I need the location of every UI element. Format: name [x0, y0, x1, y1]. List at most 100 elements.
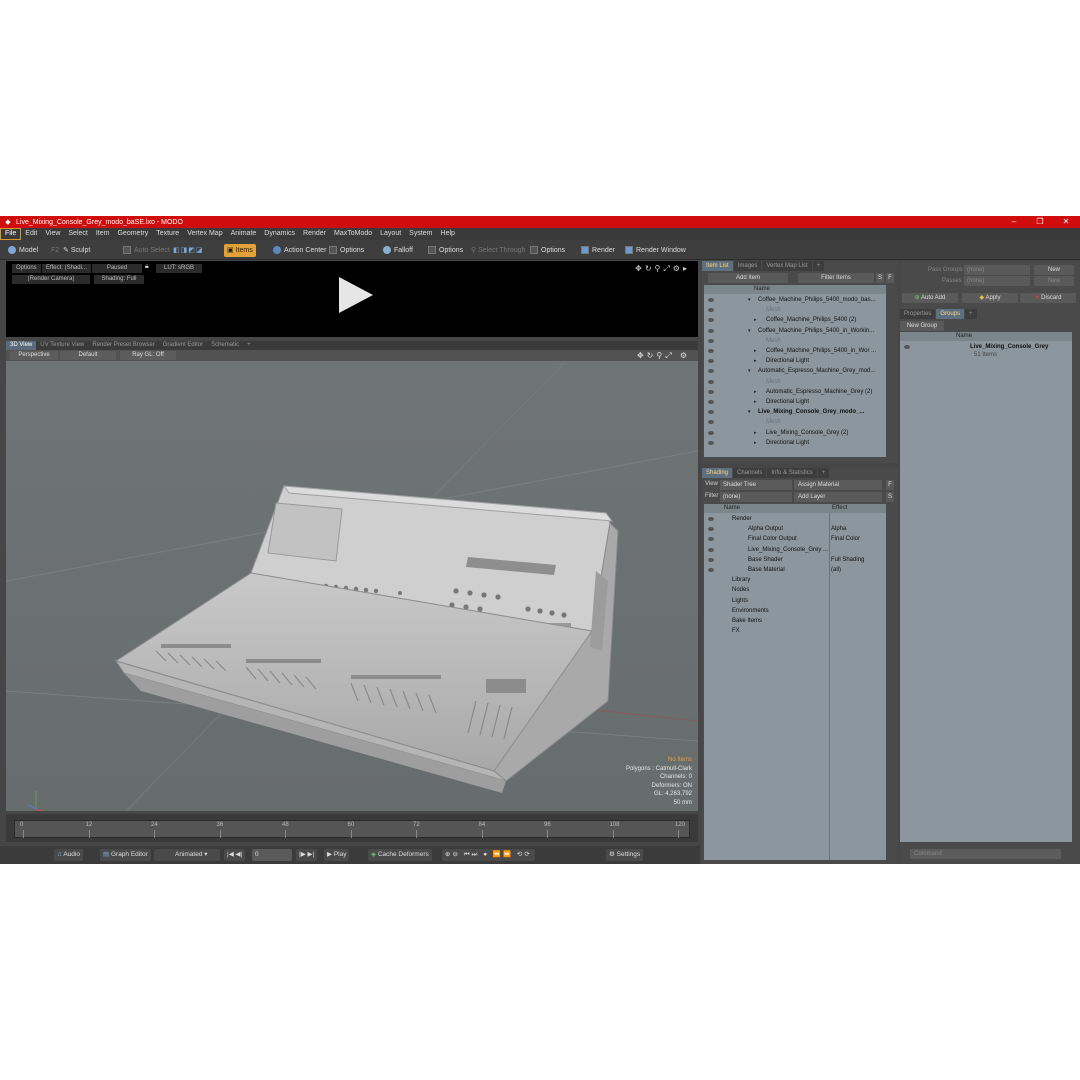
add-item-button[interactable]: Add Item — [708, 273, 788, 283]
visibility-eye-icon[interactable] — [708, 318, 714, 323]
expand-arrow-icon[interactable]: ▸ — [754, 346, 757, 356]
visibility-eye-icon[interactable] — [708, 527, 714, 532]
select-through-button[interactable]: ⚲ Select Through — [468, 244, 528, 257]
action-center-options[interactable]: Options — [326, 244, 367, 257]
visibility-eye-icon[interactable] — [708, 400, 714, 404]
visibility-eye-icon[interactable] — [708, 537, 714, 542]
viewport-nav-icons[interactable]: ✥↻⚲⤢ ⚙ — [637, 351, 690, 361]
item-list-row[interactable]: Mesh — [704, 377, 886, 387]
groups-list[interactable]: Name Live_Mixing_Console_Grey 51 Items — [900, 332, 1072, 842]
visibility-eye-icon[interactable] — [708, 338, 714, 343]
add-tab-button[interactable]: + — [965, 309, 977, 319]
visibility-eye-icon[interactable] — [708, 430, 714, 435]
shader-tree-row[interactable]: Environments — [704, 606, 886, 616]
s-button[interactable]: S — [876, 273, 884, 283]
passes-select[interactable]: (none) — [964, 276, 1030, 286]
item-list-row[interactable]: ▸ Coffee_Machine_Philips_5400 (2) — [704, 315, 886, 325]
expand-arrow-icon[interactable]: ▸ — [754, 438, 757, 448]
options-checkbox[interactable] — [428, 246, 436, 255]
expand-arrow-icon[interactable]: ▸ — [754, 387, 757, 397]
selection-mode-icons[interactable]: ◧◨◩◪ — [170, 244, 206, 257]
item-list-row[interactable]: ▸ Live_Mixing_Console_Grey (2) — [704, 428, 886, 438]
tab-gradient-editor[interactable]: Gradient Editor — [159, 341, 207, 350]
shader-tree-row[interactable]: Live_Mixing_Console_Grey ... — [704, 545, 886, 555]
close-button[interactable]: ✕ — [1054, 216, 1078, 228]
tab-images[interactable]: Images — [733, 261, 762, 271]
preview-options-button[interactable]: Options — [12, 264, 41, 273]
shader-tree-row[interactable]: Nodes — [704, 585, 886, 595]
item-list-row[interactable]: ▸ Directional Light — [704, 397, 886, 407]
sculpt-button[interactable]: ✎ Sculpt — [60, 244, 93, 257]
item-list-row[interactable]: ▸ Directional Light — [704, 356, 886, 366]
model-button[interactable]: Model — [5, 244, 41, 257]
audio-button[interactable]: ♫ Audio — [54, 849, 83, 861]
filter-select[interactable]: (none) — [720, 492, 792, 502]
options-checkbox[interactable] — [530, 246, 538, 255]
assign-material-button[interactable]: Assign Material — [794, 480, 882, 490]
collapse-arrow-icon[interactable]: ▾ — [748, 366, 751, 376]
add-tab-button[interactable]: + — [817, 468, 830, 478]
item-list-row[interactable]: ▾ Coffee_Machine_Philips_5400_modo_bas... — [704, 295, 886, 305]
tab-render-preset-browser[interactable]: Render Preset Browser — [88, 341, 158, 350]
shader-tree-row[interactable]: Base Material (all) — [704, 565, 886, 575]
render-window-button[interactable]: Render Window — [622, 244, 689, 257]
item-list-row[interactable]: Mesh — [704, 336, 886, 346]
play-icon[interactable] — [339, 277, 373, 313]
maximize-button[interactable]: ❐ — [1028, 216, 1052, 228]
visibility-eye-icon[interactable] — [708, 557, 714, 562]
tab-info-statistics[interactable]: Info & Statistics — [767, 468, 817, 478]
item-list-row[interactable]: ▸ Automatic_Espresso_Machine_Grey (2) — [704, 387, 886, 397]
tab-uv-texture-view[interactable]: UV Texture View — [36, 341, 88, 350]
visibility-eye-icon[interactable] — [708, 379, 714, 384]
collapse-arrow-icon[interactable]: ▾ — [748, 407, 751, 417]
key-tools-icons[interactable]: ⊕⊖ ⏮⏭ ● ⏪⏩ ⟲⟳ — [442, 849, 535, 861]
expand-arrow-icon[interactable]: ▸ — [754, 356, 757, 366]
pass-groups-select[interactable]: (none) — [964, 265, 1030, 275]
select-through-options[interactable]: Options — [527, 244, 568, 257]
shader-tree-row[interactable]: Alpha Output Alpha — [704, 524, 886, 534]
visibility-eye-icon[interactable] — [708, 410, 714, 415]
new-pass-button[interactable]: New — [1034, 276, 1074, 286]
shader-effect-value[interactable]: Full Shading — [831, 555, 864, 565]
f-button[interactable]: F — [886, 480, 894, 490]
tab-schematic[interactable]: Schematic — [207, 341, 243, 350]
transport-forward-buttons[interactable]: |▶ ▶| — [296, 849, 318, 861]
visibility-eye-icon[interactable] — [708, 568, 714, 572]
menu-layout[interactable]: Layout — [376, 228, 405, 240]
lock-icon[interactable]: 🔒︎ — [145, 263, 149, 271]
visibility-eye-icon[interactable] — [708, 420, 714, 425]
f-button[interactable]: F — [886, 273, 894, 283]
shader-tree[interactable]: Name Effect Render Alpha Output Alpha Final… — [704, 504, 886, 860]
new-group-button[interactable]: New Group — [900, 321, 944, 331]
menu-edit[interactable]: Edit — [21, 228, 41, 240]
item-list-row[interactable]: ▾ Automatic_Espresso_Machine_Grey_mod... — [704, 366, 886, 376]
visibility-eye-icon[interactable] — [708, 389, 714, 394]
s-button[interactable]: S — [886, 492, 894, 502]
minimize-button[interactable]: – — [1002, 216, 1026, 228]
tab-3d-view[interactable]: 3D View — [6, 341, 37, 350]
action-center-button[interactable]: Action Center — [270, 244, 329, 257]
menu-texture[interactable]: Texture — [152, 228, 183, 240]
tab-groups[interactable]: Groups — [936, 309, 965, 319]
auto-add-button[interactable]: ⊕ Auto Add — [902, 293, 958, 303]
menu-system[interactable]: System — [405, 228, 436, 240]
falloff-button[interactable]: Falloff — [380, 244, 416, 257]
visibility-eye-icon[interactable] — [708, 440, 714, 445]
animated-select[interactable]: Animated ▾ — [154, 849, 220, 861]
menu-view[interactable]: View — [41, 228, 64, 240]
preview-paused-button[interactable]: Paused — [92, 264, 142, 273]
menu-item[interactable]: Item — [92, 228, 114, 240]
tab-vertex-map-list[interactable]: Vertex Map List — [762, 261, 812, 271]
item-list[interactable]: Name ▾ Coffee_Machine_Philips_5400_modo_b… — [704, 285, 886, 457]
shader-tree-row[interactable]: Base Shader Full Shading — [704, 555, 886, 565]
shader-effect-value[interactable]: (all) — [831, 565, 841, 575]
expand-arrow-icon[interactable]: ▸ — [754, 315, 757, 325]
item-list-row[interactable]: Mesh — [704, 305, 886, 315]
raygl-toggle[interactable]: Ray GL: Off — [120, 351, 176, 360]
menu-maxtomodo[interactable]: MaxToModo — [330, 228, 376, 240]
3d-viewport[interactable]: No Items Polygons : Catmull-Clark Channe… — [6, 361, 698, 811]
menu-geometry[interactable]: Geometry — [113, 228, 152, 240]
menu-file[interactable]: File — [0, 228, 22, 240]
visibility-eye-icon[interactable] — [708, 298, 714, 302]
shader-tree-row[interactable]: Lights — [704, 596, 886, 606]
